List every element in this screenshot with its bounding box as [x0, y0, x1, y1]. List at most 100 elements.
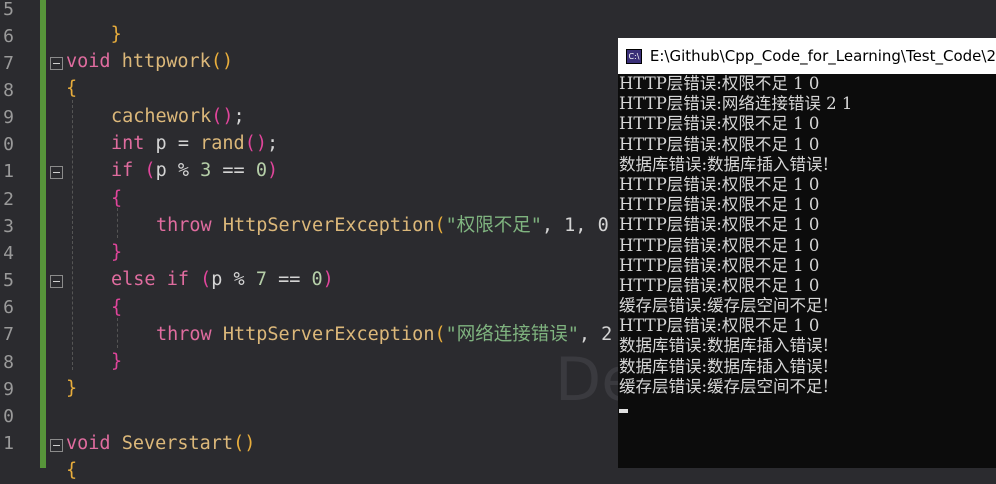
number: 0: [311, 269, 323, 290]
code-line: {: [111, 185, 122, 212]
paren: (: [434, 324, 446, 345]
brace: {: [111, 188, 123, 209]
keyword: if: [111, 160, 134, 181]
line-number: 8: [3, 80, 14, 101]
brace: }: [111, 242, 123, 263]
brace: }: [66, 378, 78, 399]
console-line: 数据库错误:数据库插入错误!: [619, 356, 830, 376]
console-title: E:\Github\Cpp_Code_for_Learning\Test_Cod…: [649, 47, 996, 65]
fold-toggle-icon[interactable]: [50, 57, 63, 70]
line-number: 9: [3, 379, 14, 400]
brace: {: [66, 460, 78, 481]
code-text: p %: [155, 160, 201, 181]
indent-guide: [72, 100, 73, 370]
console-line: 数据库错误:数据库插入错误!: [619, 336, 830, 356]
console-line: HTTP层错误:权限不足 1 0: [619, 275, 820, 295]
paren: ): [266, 160, 279, 181]
console-window[interactable]: C:\ E:\Github\Cpp_Code_for_Learning\Test…: [618, 38, 996, 468]
paren: ): [322, 269, 334, 290]
console-line: HTTP层错误:权限不足 1 0: [619, 316, 820, 336]
line-number: 9: [3, 107, 14, 128]
code-line: {: [111, 294, 122, 321]
code-text: p %: [211, 269, 256, 290]
code-line: }: [111, 239, 122, 266]
console-line: HTTP层错误:权限不足 1 0: [619, 235, 820, 255]
indent-guide: [117, 318, 118, 348]
code-line: else if (p % 7 == 0): [111, 266, 334, 293]
code-text: , 2: [578, 324, 613, 345]
fold-toggle-icon[interactable]: [50, 439, 63, 452]
console-line: HTTP层错误:权限不足 1 0: [619, 195, 820, 215]
function-name: Severstart: [110, 433, 234, 454]
paren: (): [233, 433, 256, 454]
brace: {: [111, 297, 123, 318]
line-number: 2: [3, 189, 14, 210]
number: 0: [255, 160, 267, 181]
function-call: rand: [200, 133, 245, 154]
line-number: 5: [3, 270, 14, 291]
keyword: else if: [111, 269, 189, 290]
line-number: 6: [3, 26, 14, 47]
console-line: HTTP层错误:权限不足 1 0: [619, 255, 820, 275]
function-call: cachework: [111, 106, 212, 127]
paren: (): [210, 51, 234, 72]
line-number: 0: [3, 134, 14, 155]
code-line: void httpwork(): [66, 48, 233, 75]
brace: }: [111, 351, 123, 372]
indent-guide: [117, 208, 118, 238]
keyword: throw: [156, 215, 212, 236]
operator: ==: [211, 160, 256, 181]
change-bar: [40, 0, 46, 468]
brace: }: [110, 24, 122, 45]
class-name: HttpServerException: [211, 324, 435, 345]
console-output[interactable]: HTTP层错误:权限不足 1 0 HTTP层错误:网络连接错误 2 1 HTTP…: [618, 74, 996, 397]
code-text: p =: [144, 133, 201, 154]
console-line: HTTP层错误:权限不足 1 0: [619, 114, 820, 134]
code-line: throw HttpServerException("网络连接错误", 2: [156, 321, 612, 348]
line-number: 1: [3, 161, 14, 182]
operator: ==: [266, 269, 312, 290]
console-line: HTTP层错误:权限不足 1 0: [619, 74, 820, 93]
paren: (): [211, 106, 234, 127]
console-line: HTTP层错误:权限不足 1 0: [619, 134, 820, 154]
code-line: }: [66, 375, 77, 402]
brace: {: [66, 78, 78, 99]
line-number: 7: [3, 324, 14, 345]
code-line: cachework();: [111, 103, 245, 130]
class-name: HttpServerException: [211, 215, 435, 236]
console-line: HTTP层错误:权限不足 1 0: [619, 174, 820, 194]
string-literal: "权限不足": [445, 215, 542, 236]
function-name: httpwork: [121, 51, 211, 72]
semicolon: ;: [233, 106, 245, 127]
line-number: 8: [3, 352, 14, 373]
line-number: 3: [3, 216, 14, 237]
code-line: {: [66, 75, 77, 102]
paren: (: [434, 215, 446, 236]
fold-toggle-icon[interactable]: [50, 275, 63, 288]
code-text: , 1, 0: [541, 215, 609, 236]
keyword: void: [66, 51, 111, 72]
console-line: 缓存层错误:缓存层空间不足!: [619, 296, 830, 316]
console-line: HTTP层错误:网络连接错误 2 1: [619, 94, 853, 114]
line-number: 7: [3, 53, 14, 74]
fold-toggle-icon[interactable]: [50, 166, 63, 179]
paren: (: [188, 269, 212, 290]
type-keyword: int: [111, 133, 145, 154]
code-line: void Severstart(): [66, 430, 255, 457]
number: 3: [200, 160, 212, 181]
line-number: 1: [3, 433, 14, 454]
console-title-bar[interactable]: C:\ E:\Github\Cpp_Code_for_Learning\Test…: [618, 38, 996, 74]
line-number: 6: [3, 297, 14, 318]
code-line: }: [66, 0, 122, 45]
paren: (: [133, 160, 156, 181]
code-line: int p = rand();: [111, 130, 278, 157]
console-cursor: [619, 409, 628, 413]
paren: (): [244, 133, 267, 154]
code-line: if (p % 3 == 0): [111, 157, 278, 184]
semicolon: ;: [266, 133, 279, 154]
console-line: 缓存层错误:缓存层空间不足!: [619, 376, 830, 396]
line-number: 4: [3, 243, 14, 264]
line-number: 5: [3, 0, 14, 20]
code-line: throw HttpServerException("权限不足", 1, 0: [156, 212, 609, 239]
keyword: void: [66, 433, 111, 454]
